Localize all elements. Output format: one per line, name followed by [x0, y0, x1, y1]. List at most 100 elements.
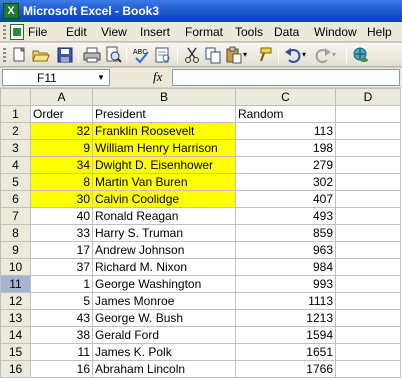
row-header[interactable]: 2 — [0, 122, 31, 140]
chevron-down-icon[interactable]: ▼ — [95, 71, 107, 84]
menu-window[interactable]: Window — [314, 25, 357, 39]
paste-dropdown-arrow-icon[interactable]: ▾ — [243, 46, 253, 64]
cell-random[interactable]: 1594 — [235, 326, 336, 344]
cell-president[interactable]: George W. Bush — [92, 309, 236, 327]
name-box[interactable]: F11 ▼ — [2, 69, 110, 86]
menu-help[interactable]: Help — [367, 25, 392, 39]
column-header-c[interactable]: C — [235, 88, 336, 106]
cell-order[interactable]: 40 — [30, 207, 93, 225]
row-header[interactable]: 13 — [0, 309, 31, 327]
cell-order[interactable]: 38 — [30, 326, 93, 344]
cell-order[interactable]: 34 — [30, 156, 93, 174]
cell-empty[interactable] — [335, 190, 401, 208]
format-painter-icon[interactable] — [255, 46, 273, 64]
row-header[interactable]: 11 — [0, 275, 31, 293]
cell-order[interactable]: 30 — [30, 190, 93, 208]
cell-president[interactable]: James K. Polk — [92, 343, 236, 361]
cell-random[interactable]: 1651 — [235, 343, 336, 361]
cell-president[interactable]: Dwight D. Eisenhower — [92, 156, 236, 174]
cell-random[interactable]: 493 — [235, 207, 336, 225]
row-header[interactable]: 15 — [0, 343, 31, 361]
row-header[interactable]: 5 — [0, 173, 31, 191]
cell-order[interactable]: 9 — [30, 139, 93, 157]
cell-random[interactable]: 1213 — [235, 309, 336, 327]
cell-empty[interactable] — [335, 292, 401, 310]
paste-icon[interactable] — [225, 46, 243, 64]
row-header[interactable]: 6 — [0, 190, 31, 208]
excel-app-icon[interactable]: X — [3, 3, 19, 19]
cell-empty[interactable] — [335, 258, 401, 276]
cell-random[interactable]: 1766 — [235, 360, 336, 378]
cell-president[interactable]: Gerald Ford — [92, 326, 236, 344]
new-icon[interactable] — [10, 46, 28, 64]
menu-insert[interactable]: Insert — [140, 25, 170, 39]
cell-random[interactable]: 984 — [235, 258, 336, 276]
cell-empty[interactable] — [335, 343, 401, 361]
cell-order[interactable]: 16 — [30, 360, 93, 378]
undo-dropdown-arrow-icon[interactable]: ▾ — [302, 46, 312, 64]
cell-random[interactable]: 993 — [235, 275, 336, 293]
print-icon[interactable] — [83, 46, 101, 64]
menu-view[interactable]: View — [101, 25, 127, 39]
cell-order[interactable]: 43 — [30, 309, 93, 327]
cell-order[interactable]: 11 — [30, 343, 93, 361]
cell-president[interactable]: Abraham Lincoln — [92, 360, 236, 378]
copy-icon[interactable] — [204, 46, 222, 64]
cell-random[interactable]: 1113 — [235, 292, 336, 310]
cell-random[interactable]: 113 — [235, 122, 336, 140]
row-header[interactable]: 12 — [0, 292, 31, 310]
hyperlink-icon[interactable] — [352, 46, 370, 64]
cell-president[interactable]: Richard M. Nixon — [92, 258, 236, 276]
cell-order[interactable]: Order — [30, 105, 93, 123]
cell-president[interactable]: Franklin Roosevelt — [92, 122, 236, 140]
cell-random[interactable]: 302 — [235, 173, 336, 191]
row-header[interactable]: 1 — [0, 105, 31, 123]
cell-empty[interactable] — [335, 156, 401, 174]
cell-order[interactable]: 17 — [30, 241, 93, 259]
row-header[interactable]: 14 — [0, 326, 31, 344]
cell-random[interactable]: 198 — [235, 139, 336, 157]
spelling-icon[interactable]: ABC — [132, 46, 150, 64]
menu-tools[interactable]: Tools — [235, 25, 263, 39]
cell-president[interactable]: William Henry Harrison — [92, 139, 236, 157]
menu-file[interactable]: File — [28, 25, 47, 39]
column-header-d[interactable]: D — [335, 88, 401, 106]
cell-random[interactable]: 859 — [235, 224, 336, 242]
cell-empty[interactable] — [335, 360, 401, 378]
cell-president[interactable]: Andrew Johnson — [92, 241, 236, 259]
cell-empty[interactable] — [335, 326, 401, 344]
cell-empty[interactable] — [335, 309, 401, 327]
row-header[interactable]: 16 — [0, 360, 31, 378]
cell-empty[interactable] — [335, 207, 401, 225]
redo-dropdown-arrow-icon[interactable]: ▾ — [332, 46, 342, 64]
cell-empty[interactable] — [335, 241, 401, 259]
cell-random[interactable]: 279 — [235, 156, 336, 174]
menu-edit[interactable]: Edit — [66, 25, 87, 39]
cell-empty[interactable] — [335, 224, 401, 242]
cell-empty[interactable] — [335, 105, 401, 123]
row-header[interactable]: 9 — [0, 241, 31, 259]
row-header[interactable]: 10 — [0, 258, 31, 276]
cell-president[interactable]: George Washington — [92, 275, 236, 293]
cell-president[interactable]: Calvin Coolidge — [92, 190, 236, 208]
cell-president[interactable]: James Monroe — [92, 292, 236, 310]
cell-random[interactable]: 407 — [235, 190, 336, 208]
print-preview-icon[interactable] — [104, 46, 122, 64]
formula-input[interactable] — [172, 69, 400, 86]
open-icon[interactable] — [32, 46, 50, 64]
save-icon[interactable] — [56, 46, 74, 64]
research-icon[interactable] — [154, 46, 172, 64]
select-all-corner[interactable] — [0, 88, 31, 106]
row-header[interactable]: 7 — [0, 207, 31, 225]
cut-icon[interactable] — [183, 46, 201, 64]
cell-empty[interactable] — [335, 122, 401, 140]
cell-empty[interactable] — [335, 275, 401, 293]
redo-icon[interactable] — [314, 46, 332, 64]
workbook-doc-icon[interactable] — [10, 24, 24, 40]
cell-president[interactable]: Harry S. Truman — [92, 224, 236, 242]
cell-order[interactable]: 1 — [30, 275, 93, 293]
cell-empty[interactable] — [335, 139, 401, 157]
cell-president[interactable]: President — [92, 105, 236, 123]
cell-order[interactable]: 5 — [30, 292, 93, 310]
toolbar-grip-handle[interactable] — [3, 48, 6, 63]
